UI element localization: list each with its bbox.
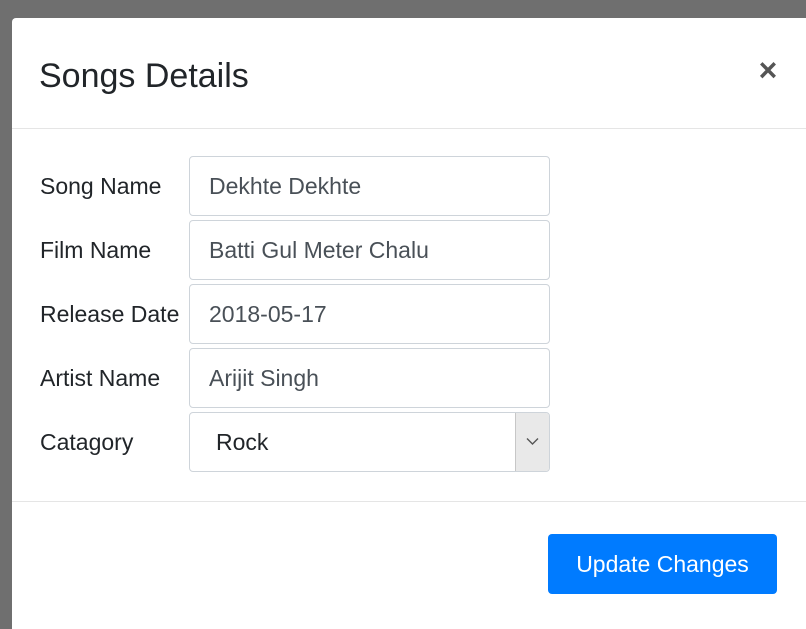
category-label: Catagory xyxy=(40,429,134,455)
release-date-label: Release Date xyxy=(40,301,180,327)
update-changes-button[interactable]: Update Changes xyxy=(548,534,777,594)
modal-title: Songs Details xyxy=(39,57,249,95)
release-date-input[interactable] xyxy=(189,284,550,344)
song-name-row: Song Name xyxy=(12,156,806,216)
film-name-row: Film Name xyxy=(12,220,806,280)
category-row: Catagory Rock xyxy=(12,412,806,472)
artist-name-row: Artist Name xyxy=(12,348,806,408)
select-dropdown-button[interactable] xyxy=(515,413,549,471)
songs-details-modal: Songs Details × Song Name Film Name Rele… xyxy=(12,18,806,629)
release-date-row: Release Date xyxy=(12,284,806,344)
modal-header: Songs Details × xyxy=(12,18,806,129)
film-name-label: Film Name xyxy=(40,237,152,263)
category-selected-value: Rock xyxy=(216,429,269,455)
modal-body: Song Name Film Name Release Date Artist … xyxy=(12,129,806,502)
close-button[interactable]: × xyxy=(756,52,780,88)
song-name-label: Song Name xyxy=(40,173,162,199)
chevron-down-icon xyxy=(526,438,539,445)
modal-footer: Update Changes xyxy=(12,502,806,629)
artist-name-label: Artist Name xyxy=(40,365,161,391)
artist-name-input[interactable] xyxy=(189,348,550,408)
song-name-input[interactable] xyxy=(189,156,550,216)
film-name-input[interactable] xyxy=(189,220,550,280)
category-select[interactable]: Rock xyxy=(189,412,550,472)
